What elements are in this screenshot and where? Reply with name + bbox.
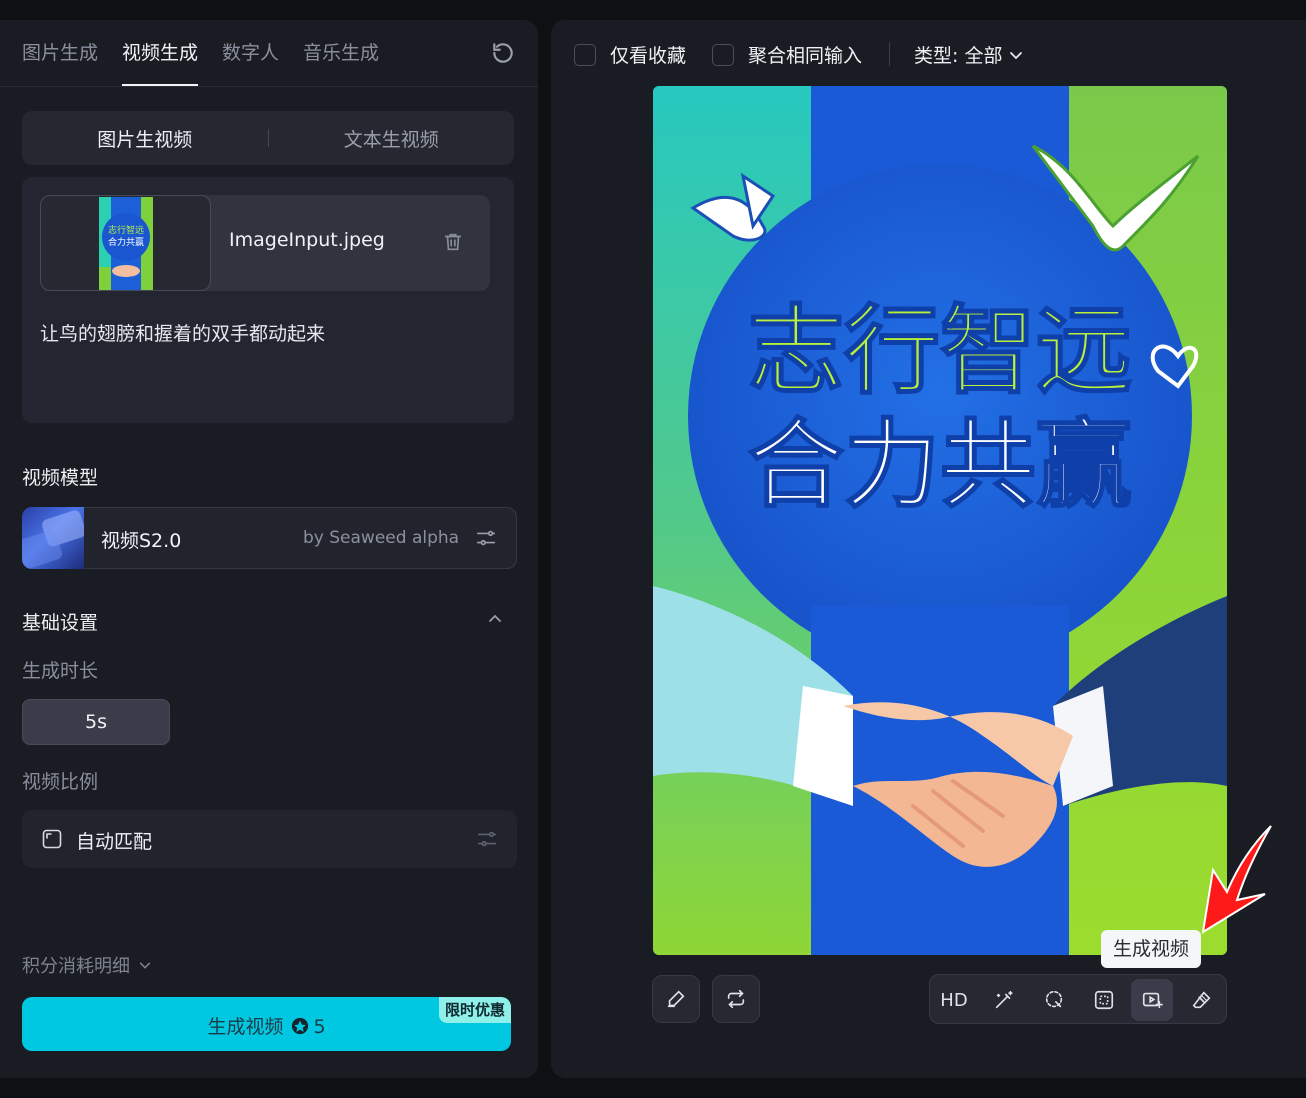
sliders-icon[interactable] xyxy=(475,527,497,549)
trash-icon[interactable] xyxy=(442,231,464,253)
hd-upscale-button[interactable]: HD xyxy=(933,979,975,1021)
points-detail-toggle[interactable]: 积分消耗明细 xyxy=(22,952,152,978)
prompt-textarea[interactable]: 让鸟的翅膀和握着的双手都动起来 xyxy=(40,319,325,346)
uploaded-file-row: 志行智远 合力共赢 ImageInput.jpeg xyxy=(40,195,490,291)
regenerate-button[interactable] xyxy=(712,975,760,1023)
refresh-icon[interactable] xyxy=(490,40,516,66)
input-card: 志行智远 合力共赢 ImageInput.jpeg 让鸟的翅膀和握着的双手都动起… xyxy=(22,177,514,423)
svg-text:志行智远: 志行智远 xyxy=(108,224,144,236)
svg-text:合力共赢: 合力共赢 xyxy=(108,236,144,248)
magic-edit-button[interactable] xyxy=(983,979,1025,1021)
tabs-divider xyxy=(0,86,538,87)
duration-label: 生成时长 xyxy=(22,660,99,682)
generate-video-button[interactable]: 生成视频 5 限时优惠 xyxy=(22,997,511,1051)
generate-button-label: 生成视频 xyxy=(207,1016,284,1038)
ratio-selector[interactable]: 自动匹配 xyxy=(22,810,517,868)
thumbnail-poster-image: 志行智远 合力共赢 xyxy=(99,197,153,290)
model-name: 视频S2.0 xyxy=(101,530,182,552)
video-generate-icon xyxy=(1142,992,1163,1009)
chevron-down-icon xyxy=(1010,51,1023,59)
expand-canvas-button[interactable] xyxy=(1083,979,1125,1021)
tab-digital-human[interactable]: 数字人 xyxy=(222,40,279,86)
tooltip-generate-video: 生成视频 xyxy=(1101,930,1202,968)
generate-cost: 5 xyxy=(313,1016,326,1038)
edit-button[interactable] xyxy=(652,975,700,1023)
magic-wand-icon xyxy=(995,990,1013,1009)
chevron-down-icon xyxy=(139,962,151,969)
type-filter-label: 类型: 全部 xyxy=(914,45,1003,67)
expand-frame-icon xyxy=(1094,990,1114,1010)
filter-divider xyxy=(889,42,890,66)
file-name: ImageInput.jpeg xyxy=(229,229,385,251)
filter-favorites-only[interactable]: 仅看收藏 xyxy=(574,41,686,68)
right-panel: 仅看收藏 聚合相同输入 类型: 全部 志行智远 合力共赢 HD 生成视频 xyxy=(551,20,1306,1078)
model-section-title: 视频模型 xyxy=(22,467,99,489)
annotation-arrow-icon xyxy=(1201,825,1272,934)
tab-video-generation[interactable]: 视频生成 xyxy=(122,40,199,86)
group-input-label: 聚合相同输入 xyxy=(748,45,863,67)
tab-image-to-video[interactable]: 图片生视频 xyxy=(22,125,268,152)
pencil-icon xyxy=(667,990,685,1008)
generate-video-tool-button[interactable] xyxy=(1131,979,1173,1021)
ratio-label: 视频比例 xyxy=(22,771,99,793)
sliders-icon[interactable] xyxy=(476,828,498,850)
poster-title-line2: 合力共赢 xyxy=(748,409,1132,521)
hd-label: HD xyxy=(940,989,968,1011)
left-panel: 图片生成 视频生成 数字人 音乐生成 图片生视频 文本生视频 志行智远 合力共赢… xyxy=(0,20,538,1078)
model-thumbnail xyxy=(22,507,84,569)
filter-group-same-input[interactable]: 聚合相同输入 xyxy=(712,41,862,68)
image-thumbnail[interactable]: 志行智远 合力共赢 xyxy=(40,195,211,291)
tab-text-to-video[interactable]: 文本生视频 xyxy=(269,125,515,152)
inpaint-button[interactable] xyxy=(1033,979,1075,1021)
credit-coin-icon xyxy=(292,1017,309,1035)
repeat-icon xyxy=(727,989,745,1009)
model-provider: by Seaweed alpha xyxy=(303,528,460,548)
lasso-brush-icon xyxy=(1045,990,1063,1008)
tab-image-generation[interactable]: 图片生成 xyxy=(22,40,98,86)
model-selector[interactable]: 视频S2.0 by Seaweed alpha xyxy=(22,507,517,569)
generate-button-content: 生成视频 5 xyxy=(22,1012,511,1039)
tab-music-generation[interactable]: 音乐生成 xyxy=(303,40,379,86)
eraser-icon xyxy=(1192,991,1211,1009)
promo-badge: 限时优惠 xyxy=(438,997,511,1023)
image-toolbar: HD xyxy=(929,974,1227,1024)
type-filter-dropdown[interactable]: 类型: 全部 xyxy=(914,41,1024,68)
eraser-button[interactable] xyxy=(1181,979,1223,1021)
group-input-checkbox[interactable] xyxy=(712,43,734,66)
top-tabs: 图片生成 视频生成 数字人 音乐生成 xyxy=(22,40,379,86)
chevron-up-icon[interactable] xyxy=(487,611,503,627)
favorites-label: 仅看收藏 xyxy=(610,45,687,67)
favorites-checkbox[interactable] xyxy=(574,43,596,66)
mode-segmented-control: 图片生视频 文本生视频 xyxy=(22,111,514,165)
generated-poster-image[interactable]: 志行智远 合力共赢 xyxy=(653,86,1227,955)
poster-title-line1: 志行智远 xyxy=(748,295,1132,407)
points-detail-label: 积分消耗明细 xyxy=(22,956,130,977)
aspect-ratio-icon xyxy=(42,829,62,849)
ratio-value: 自动匹配 xyxy=(76,831,153,853)
duration-5s-button[interactable]: 5s xyxy=(22,699,170,745)
basic-settings-title: 基础设置 xyxy=(22,612,99,634)
